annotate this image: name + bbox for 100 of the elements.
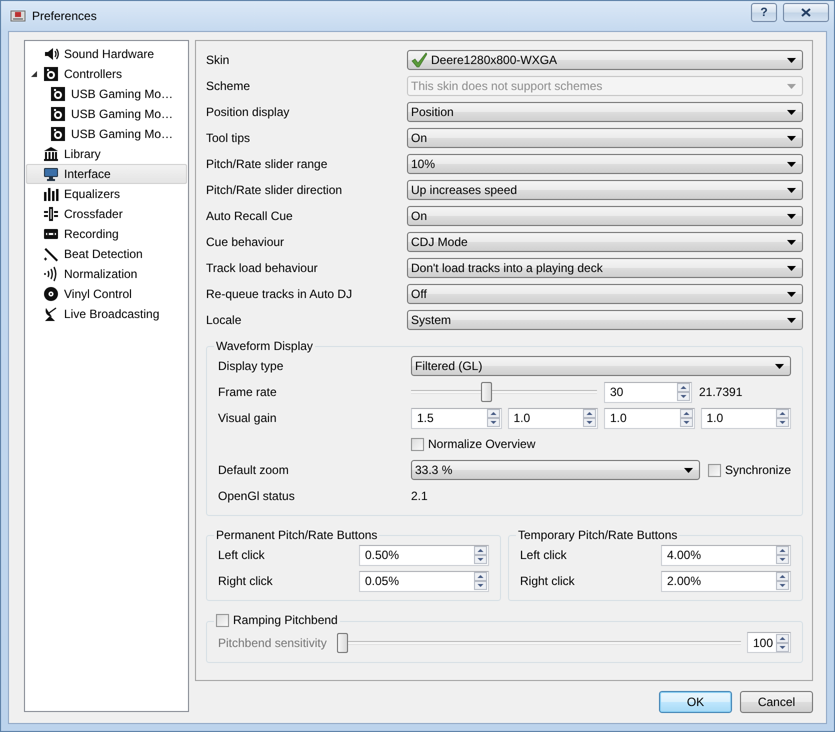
satellite-dish-icon — [43, 306, 59, 322]
opengl-status-value: 2.1 — [411, 489, 428, 503]
setting-label: Pitchbend sensitivity — [218, 636, 327, 650]
caret-icon — [787, 214, 796, 218]
spin-arrows-icon — [776, 409, 789, 427]
spin-arrows-icon — [474, 546, 487, 564]
dropdown[interactable]: On — [407, 206, 803, 226]
tree-item[interactable]: Beat Detection — [26, 244, 187, 264]
checkbox[interactable] — [708, 464, 721, 476]
spin-box[interactable]: 0.50% — [359, 544, 489, 566]
dropdown[interactable]: 33.3 % — [411, 460, 700, 480]
spin-arrows-icon — [776, 546, 789, 564]
group-title: Temporary Pitch/Rate Buttons — [517, 528, 678, 542]
speaker-box-icon — [43, 66, 59, 82]
tree-item[interactable]: Sound Hardware — [26, 44, 187, 64]
columns-building-icon — [43, 146, 59, 162]
setting-label: Pitch/Rate slider range — [206, 157, 328, 171]
dropdown[interactable]: Don't load tracks into a playing deck — [407, 258, 803, 278]
caret-icon — [684, 468, 693, 472]
group-title: Waveform Display — [215, 339, 314, 353]
caret-icon — [787, 292, 796, 296]
fader-icon — [43, 206, 59, 222]
caret-icon — [787, 318, 796, 322]
setting-label: Left click — [520, 548, 568, 562]
window-title: Preferences — [32, 9, 98, 23]
checkbox-label: Ramping Pitchbend — [233, 613, 338, 627]
dropdown[interactable]: 10% — [407, 154, 803, 174]
spin-box[interactable]: 30 — [604, 382, 692, 402]
checkbox-label: Synchronize — [724, 463, 791, 477]
setting-label: Pitch/Rate slider direction — [206, 183, 344, 197]
setting-label: Cue behaviour — [206, 235, 286, 249]
caret-icon — [787, 188, 796, 192]
spin-box[interactable]: 2.00% — [661, 570, 791, 592]
dialog-button[interactable]: OK — [659, 691, 732, 713]
disc-icon — [43, 286, 59, 302]
setting-label: Right click — [520, 574, 576, 588]
tree-item[interactable]: USB Gaming Mo… — [26, 84, 187, 104]
close-button[interactable] — [783, 2, 829, 22]
setting-label: Right click — [218, 574, 274, 588]
speaker-box-icon — [50, 106, 66, 122]
dropdown[interactable]: Deere1280x800-WXGA — [407, 50, 803, 70]
spin-box[interactable]: 1.0 — [604, 408, 694, 428]
setting-label: Auto Recall Cue — [206, 209, 294, 223]
dropdown[interactable]: System — [407, 310, 803, 330]
tree-item[interactable]: Live Broadcasting — [26, 304, 187, 324]
tree-item[interactable]: Recording — [26, 224, 187, 244]
caret-icon — [787, 240, 796, 244]
tree-item[interactable]: Library — [26, 144, 187, 164]
spin-arrows-icon — [776, 572, 789, 590]
setting-label: Default zoom — [218, 463, 290, 477]
dropdown[interactable]: Position — [407, 102, 803, 122]
cassette-icon — [43, 226, 59, 242]
sound-waves-icon — [43, 266, 59, 282]
tree-item[interactable]: Vinyl Control — [26, 284, 187, 304]
spin-box[interactable]: 1.5 — [411, 408, 502, 428]
setting-label: Frame rate — [218, 385, 278, 399]
caret-icon — [787, 136, 796, 140]
spin-box[interactable]: 1.0 — [508, 408, 598, 428]
setting-label: Locale — [206, 313, 242, 327]
speaker-icon — [43, 46, 59, 62]
dropdown[interactable]: Up increases speed — [407, 180, 803, 200]
setting-label: OpenGl status — [218, 489, 296, 503]
wand-icon — [43, 246, 59, 262]
tree-item[interactable]: Controllers — [26, 64, 187, 84]
spin-box[interactable]: 1.0 — [700, 408, 791, 428]
caret-icon — [787, 110, 796, 114]
spin-arrows-icon — [776, 634, 789, 652]
tree-item[interactable]: Normalization — [26, 264, 187, 284]
tree-item[interactable]: Equalizers — [26, 184, 187, 204]
spin-arrows-icon — [474, 572, 487, 590]
equalizer-bars-icon — [43, 186, 59, 202]
monitor-icon — [43, 166, 59, 182]
tree-item[interactable]: USB Gaming Mo… — [26, 104, 187, 124]
caret-icon — [787, 84, 796, 88]
tree-item[interactable]: USB Gaming Mo… — [26, 124, 187, 144]
tree-item[interactable]: Interface — [26, 164, 187, 184]
spin-box[interactable]: 0.05% — [359, 570, 489, 592]
spin-arrows-icon — [583, 409, 596, 427]
dropdown[interactable]: CDJ Mode — [407, 232, 803, 252]
setting-label: Skin — [206, 53, 230, 67]
speaker-box-icon — [50, 126, 66, 142]
dropdown[interactable]: Off — [407, 284, 803, 304]
checkmark-icon — [411, 52, 427, 68]
setting-label: Left click — [218, 548, 266, 562]
dialog-button[interactable]: Cancel — [740, 691, 813, 713]
setting-label: Display type — [218, 359, 284, 373]
caret-icon — [787, 162, 796, 166]
spin-arrows-icon — [486, 409, 500, 427]
expand-arrow-icon[interactable] — [30, 70, 38, 78]
dropdown[interactable]: Filtered (GL) — [411, 356, 791, 376]
dropdown[interactable]: On — [407, 128, 803, 148]
setting-label: Position display — [206, 105, 290, 119]
checkbox[interactable] — [411, 438, 424, 450]
slider-thumb[interactable] — [481, 382, 492, 402]
setting-label: Tool tips — [206, 131, 252, 145]
spin-box[interactable]: 4.00% — [661, 544, 791, 566]
help-button[interactable]: ? — [751, 2, 777, 22]
tree-item[interactable]: Crossfader — [26, 204, 187, 224]
setting-label: Track load behaviour — [206, 261, 319, 275]
close-icon — [801, 8, 811, 16]
